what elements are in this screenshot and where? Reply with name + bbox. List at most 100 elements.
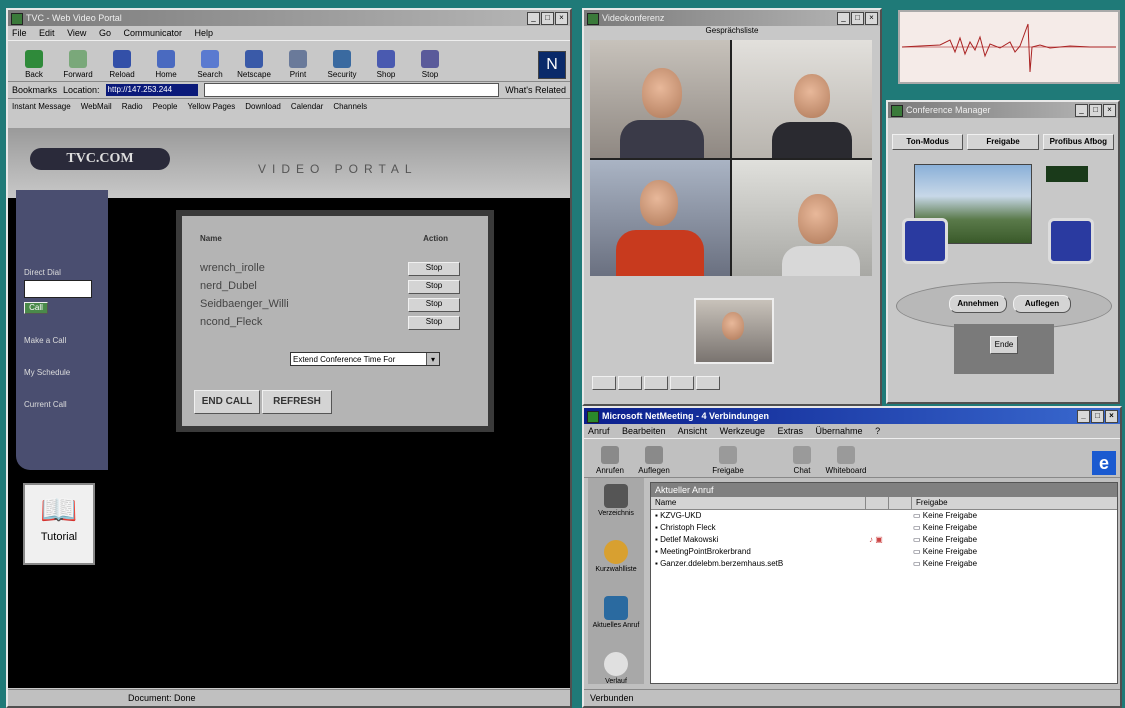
internet-explorer-icon[interactable]: e (1092, 451, 1116, 475)
home-button[interactable]: Home (144, 50, 188, 79)
menu-werkzeuge[interactable]: Werkzeuge (720, 426, 765, 436)
video-tab[interactable]: Gesprächsliste (584, 26, 880, 38)
freigabe-button[interactable]: Freigabe (967, 134, 1039, 150)
call-row[interactable]: ▪ MeetingPointBrokerbrand ▭ Keine Freiga… (651, 546, 1117, 558)
video-participant-1[interactable] (590, 40, 730, 158)
search-button[interactable]: Search (188, 50, 232, 79)
security-button[interactable]: Security (320, 50, 364, 79)
video-control-button[interactable] (670, 376, 694, 390)
location-input-rest[interactable] (203, 83, 500, 97)
link-download[interactable]: Download (245, 102, 281, 111)
video-participant-4[interactable] (732, 160, 872, 276)
refresh-button[interactable]: REFRESH (262, 390, 332, 414)
video-control-button[interactable] (618, 376, 642, 390)
call-row[interactable]: ▪ Ganzer.ddelebm.berzemhaus.setB ▭ Keine… (651, 558, 1117, 570)
call-row[interactable]: ▪ KZVG-UKD ▭ Keine Freigabe (651, 510, 1117, 522)
browser-titlebar[interactable]: TVC - Web Video Portal _ □ × (8, 10, 570, 26)
whats-related-button[interactable]: What's Related (505, 85, 566, 95)
video-control-button[interactable] (592, 376, 616, 390)
minimize-button[interactable]: _ (837, 12, 850, 25)
close-button[interactable]: × (865, 12, 878, 25)
profibus-button[interactable]: Profibus Afbog (1042, 134, 1114, 150)
sidebar-item-my-schedule[interactable]: My Schedule (24, 368, 70, 377)
tvc-logo[interactable]: TVC.COM (30, 148, 170, 170)
menu-go[interactable]: Go (99, 28, 111, 38)
bookmarks-button[interactable]: Bookmarks (12, 85, 57, 95)
stop-participant-button[interactable]: Stop (408, 262, 460, 276)
left-endpoint-icon[interactable] (902, 218, 948, 264)
end-call-button[interactable]: END CALL (194, 390, 260, 414)
link-instant-message[interactable]: Instant Message (12, 102, 71, 111)
call-row[interactable]: ▪ Christoph Fleck ▭ Keine Freigabe (651, 522, 1117, 534)
maximize-button[interactable]: □ (851, 12, 864, 25)
auflegen-toolbar-button[interactable]: Auflegen (632, 446, 676, 475)
videoconference-titlebar[interactable]: Videokonferenz _ □ × (584, 10, 880, 26)
menu-communicator[interactable]: Communicator (123, 28, 182, 38)
maximize-button[interactable]: □ (1091, 410, 1104, 423)
column-name[interactable]: Name (651, 497, 866, 509)
link-channels[interactable]: Channels (333, 102, 367, 111)
back-button[interactable]: Back (12, 50, 56, 79)
freigabe-toolbar-button[interactable]: Freigabe (706, 446, 750, 475)
maximize-button[interactable]: □ (1089, 104, 1102, 117)
stop-participant-button[interactable]: Stop (408, 280, 460, 294)
maximize-button[interactable]: □ (541, 12, 554, 25)
local-preview[interactable] (694, 298, 774, 364)
annehmen-button[interactable]: Annehmen (949, 295, 1007, 313)
forward-button[interactable]: Forward (56, 50, 100, 79)
sidebar-item-current-call[interactable]: Aktuelles Anruf (588, 596, 644, 646)
tutorial-button[interactable]: 📖 Tutorial (23, 483, 95, 565)
video-control-button[interactable] (696, 376, 720, 390)
ende-button[interactable]: Ende (990, 336, 1018, 354)
chat-button[interactable]: Chat (780, 446, 824, 475)
call-row[interactable]: ▪ Detlef Makowski ♪ ▣ ▭ Keine Freigabe (651, 534, 1117, 546)
column-icons[interactable] (866, 497, 889, 509)
sidebar-item-current-call[interactable]: Current Call (24, 400, 67, 409)
minimize-button[interactable]: _ (1075, 104, 1088, 117)
menu-extras[interactable]: Extras (778, 426, 804, 436)
print-button[interactable]: Print (276, 50, 320, 79)
stop-participant-button[interactable]: Stop (408, 316, 460, 330)
minimize-button[interactable]: _ (1077, 410, 1090, 423)
link-yellow-pages[interactable]: Yellow Pages (188, 102, 236, 111)
close-button[interactable]: × (1105, 410, 1118, 423)
menu-bearbeiten[interactable]: Bearbeiten (622, 426, 666, 436)
video-control-button[interactable] (644, 376, 668, 390)
column-freigabe[interactable]: Freigabe (912, 497, 1117, 509)
direct-dial-input[interactable] (24, 280, 92, 298)
whiteboard-button[interactable]: Whiteboard (824, 446, 868, 475)
location-input[interactable]: http://147.253.244 (105, 84, 198, 96)
close-button[interactable]: × (555, 12, 568, 25)
link-webmail[interactable]: WebMail (81, 102, 112, 111)
ton-modus-button[interactable]: Ton-Modus (892, 134, 964, 150)
link-radio[interactable]: Radio (122, 102, 143, 111)
menu-edit[interactable]: Edit (39, 28, 55, 38)
auflegen-button[interactable]: Auflegen (1013, 295, 1071, 313)
sidebar-item-directory[interactable]: Verzeichnis (588, 484, 644, 534)
menu-view[interactable]: View (67, 28, 86, 38)
netmeeting-titlebar[interactable]: Microsoft NetMeeting - 4 Verbindungen _ □… (584, 408, 1120, 424)
menu-uebernahme[interactable]: Übernahme (816, 426, 863, 436)
right-endpoint-icon[interactable] (1048, 218, 1094, 264)
menu-help[interactable]: ? (875, 426, 880, 436)
reload-button[interactable]: Reload (100, 50, 144, 79)
stop-button[interactable]: Stop (408, 50, 452, 79)
sidebar-item-make-call[interactable]: Make a Call (24, 336, 66, 345)
sidebar-item-speeddial[interactable]: Kurzwahlliste (588, 540, 644, 590)
stop-participant-button[interactable]: Stop (408, 298, 460, 312)
link-calendar[interactable]: Calendar (291, 102, 323, 111)
video-participant-2[interactable] (732, 40, 872, 158)
video-participant-3[interactable] (590, 160, 730, 276)
menu-help[interactable]: Help (195, 28, 214, 38)
netscape-button[interactable]: Netscape (232, 50, 276, 79)
menu-anruf[interactable]: Anruf (588, 426, 610, 436)
column-icons-2[interactable] (889, 497, 912, 509)
menu-ansicht[interactable]: Ansicht (678, 426, 708, 436)
dial-call-button[interactable]: Call (24, 302, 48, 314)
menu-file[interactable]: File (12, 28, 27, 38)
link-people[interactable]: People (153, 102, 178, 111)
minimize-button[interactable]: _ (527, 12, 540, 25)
close-button[interactable]: × (1103, 104, 1116, 117)
conference-manager-titlebar[interactable]: Conference Manager _ □ × (888, 102, 1118, 118)
anrufen-button[interactable]: Anrufen (588, 446, 632, 475)
